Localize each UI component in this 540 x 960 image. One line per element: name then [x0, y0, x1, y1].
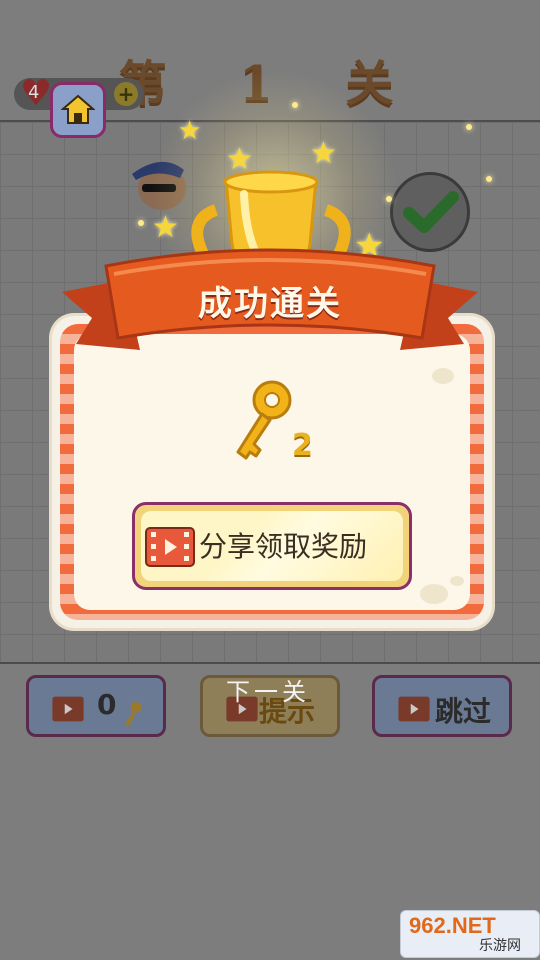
success-banner-text: 成功通关 [198, 284, 342, 324]
video-icon [52, 696, 84, 722]
key-icon [124, 702, 142, 727]
lives-count: 4 [28, 82, 40, 103]
home-icon [61, 94, 95, 124]
share-reward-button[interactable]: 分享领取奖励 [132, 502, 412, 590]
home-button[interactable] [50, 82, 106, 138]
skip-label: 跳过 [435, 695, 492, 728]
video-icon [398, 696, 430, 722]
sparkle [386, 196, 392, 202]
video-icon [145, 527, 195, 567]
skip-button[interactable]: 跳过 [372, 675, 512, 737]
sparkle [292, 102, 298, 108]
decor-bubble [420, 584, 448, 604]
decor-bubble [450, 576, 464, 586]
key-icon [236, 380, 292, 460]
sparkle [466, 124, 472, 130]
share-button-label: 分享领取奖励 [199, 530, 368, 563]
site-watermark: 962.NET 乐游网 [400, 910, 540, 958]
next-level-button[interactable]: 下一关 [226, 672, 310, 707]
star-icon: ★ [178, 116, 202, 146]
keys-count: 0 [97, 688, 117, 721]
keys-button[interactable]: 0 [26, 675, 166, 737]
reward-key-count: 2 [292, 428, 313, 463]
sparkle [486, 176, 492, 182]
add-lives-button[interactable]: + [114, 82, 138, 106]
check-icon [403, 191, 459, 233]
watermark-bottom: 乐游网 [479, 938, 521, 954]
sparkle [138, 220, 144, 226]
decor-bubble [432, 368, 454, 384]
